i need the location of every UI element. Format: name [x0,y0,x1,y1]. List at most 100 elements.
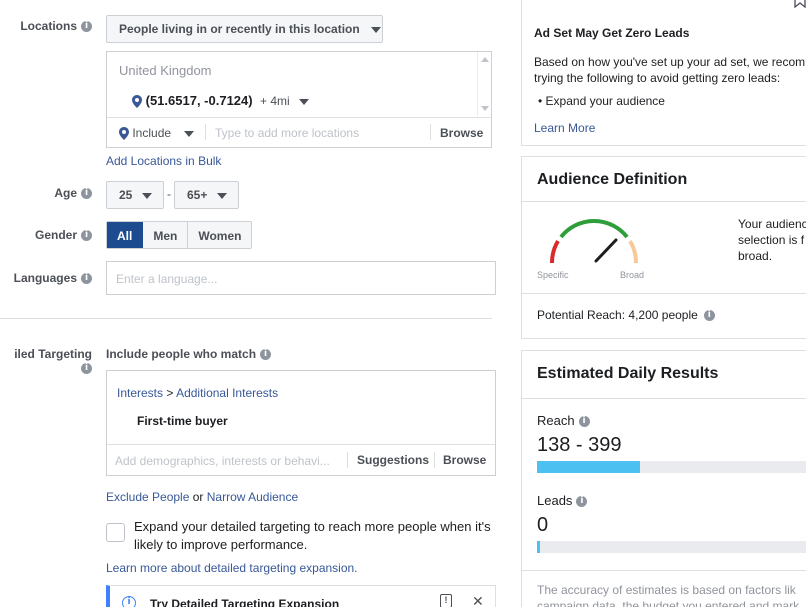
targeting-item[interactable]: First-time buyer [137,414,228,428]
potential-reach-label: Potential Reach: [537,308,626,322]
include-label: Include [132,126,172,140]
info-icon[interactable]: i [576,496,588,508]
location-pin-entry[interactable]: (51.6517, -0.7124) [132,93,253,109]
info-icon[interactable]: i [81,188,92,200]
leads-bar [537,541,806,553]
gender-label: Gender i [0,228,92,242]
info-icon[interactable]: i [81,363,92,375]
languages-label: Languages i [0,271,92,285]
radius-dropdown[interactable]: + 4mi [260,94,310,108]
chevron-down-icon [299,98,310,105]
exclude-people-link[interactable]: Exclude People [106,490,189,504]
country-label: United Kingdom [119,63,212,78]
locations-label-text: Locations [20,19,77,33]
gauge-broad-label: Broad [620,270,645,280]
info-icon[interactable]: i [578,416,590,428]
locations-box: United Kingdom (51.6517, -0.7124) + 4mi … [106,51,492,148]
info-icon[interactable]: i [703,310,715,322]
estimated-daily-title: Estimated Daily Results [537,365,719,382]
bookmark-icon[interactable] [794,0,806,8]
targeting-breadcrumb: Interests > Additional Interests [117,386,278,400]
radius-value: + 4mi [260,94,290,108]
divider [205,124,206,140]
age-separator: - [167,187,171,201]
narrow-audience-link[interactable]: Narrow Audience [207,490,298,504]
chevron-down-icon [216,192,227,199]
languages-label-text: Languages [13,271,77,285]
language-input[interactable]: Enter a language... [106,261,496,295]
gender-label-text: Gender [34,228,77,242]
potential-reach-row: Potential Reach: 4,200 people i [537,308,715,322]
age-max-dropdown[interactable]: 65+ [174,181,239,209]
location-pin-icon [132,95,142,109]
reach-label: Reach i [537,413,590,428]
gender-segmented-control: All Men Women [106,221,253,249]
targeting-search-input[interactable]: Add demographics, interests or behavi... [115,454,330,468]
include-people-text: Include people who match [106,347,257,361]
chevron-down-icon [184,130,195,137]
exclude-narrow-row: Exclude People or Narrow Audience [106,490,298,504]
location-type-dropdown[interactable]: People living in or recently in this loc… [106,15,383,43]
detailed-targeting-label-text: iled Targeting [14,347,92,361]
banner-title: Try Detailed Targeting Expansion [150,597,340,607]
language-placeholder: Enter a language... [116,272,218,286]
expansion-banner: i Try Detailed Targeting Expansion ! ✕ [106,585,496,607]
leads-bar-fill [537,541,540,553]
audience-side-text: Your audienc selection is f broad. [738,217,806,263]
zero-leads-learn-more[interactable]: Learn More [534,121,595,135]
learn-more-expansion-link[interactable]: Learn more about detailed targeting expa… [106,561,358,575]
panel-divider [522,398,806,399]
age-min-value: 25 [119,188,133,202]
estimated-daily-panel: Estimated Daily Results Reach i 138 - 399… [521,350,806,607]
gender-option-women[interactable]: Women [188,222,251,248]
zero-leads-title: Ad Set May Get Zero Leads [534,26,690,40]
breadcrumb-interests[interactable]: Interests [117,386,163,400]
reach-bar [537,461,806,473]
estimates-footnote: The accuracy of estimates is based on fa… [537,583,800,607]
browse-targeting-button[interactable]: Browse [443,453,486,467]
info-icon[interactable]: i [260,349,272,361]
browse-locations-button[interactable]: Browse [440,126,483,140]
leads-label: Leads i [537,493,588,508]
expand-targeting-text: Expand your detailed targeting to reach … [134,519,491,552]
gender-option-all[interactable]: All [107,222,144,248]
detailed-targeting-box: Interests > Additional Interests First-t… [106,370,496,476]
divider [430,124,431,140]
age-max-value: 65+ [187,188,208,202]
panel-divider [522,570,806,571]
scroll-down-icon[interactable] [481,106,489,111]
reach-label-text: Reach [537,413,575,428]
location-search-input[interactable]: Type to add more locations [215,126,359,140]
feedback-icon[interactable]: ! [440,594,452,607]
panel-divider [522,201,806,202]
add-locations-bulk-link[interactable]: Add Locations in Bulk [106,154,221,168]
suggestions-button[interactable]: Suggestions [357,453,429,467]
zero-leads-body: Based on how you've set up your ad set, … [534,55,806,85]
zero-leads-bullet: • Expand your audience [538,94,665,108]
gauge-specific-label: Specific [537,270,569,280]
include-people-label: Include people who match i [106,347,272,361]
location-pin-icon [119,127,129,141]
age-label-text: Age [54,186,77,200]
divider [434,452,435,468]
gender-option-men[interactable]: Men [143,222,189,248]
info-icon[interactable]: i [81,21,92,33]
info-icon[interactable]: i [81,273,92,285]
info-icon: i [122,596,136,607]
info-icon[interactable]: i [81,230,92,242]
age-label: Age i [0,186,92,200]
locations-label: Locations i [0,19,92,33]
age-min-dropdown[interactable]: 25 [106,181,164,209]
breadcrumb-additional-interests[interactable]: Additional Interests [176,386,278,400]
audience-definition-panel: Audience Definition Specific Broad Your … [521,156,806,339]
scroll-up-icon[interactable] [481,57,489,62]
or-text: or [192,490,204,504]
audience-gauge [549,219,639,264]
include-dropdown[interactable]: Include [119,126,195,141]
expand-targeting-checkbox[interactable] [106,523,125,542]
scrollbar[interactable] [477,52,491,116]
breadcrumb-separator: > [166,386,174,400]
targeting-search-row: Add demographics, interests or behavi...… [107,444,495,475]
zero-leads-bullet-text: Expand your audience [545,94,665,108]
close-icon[interactable]: ✕ [472,593,484,607]
